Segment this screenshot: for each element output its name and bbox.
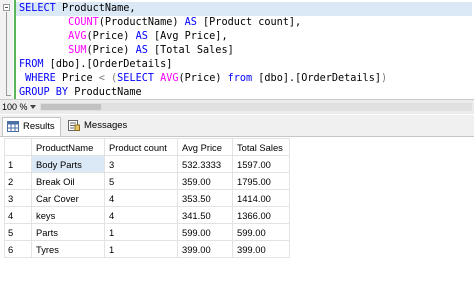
table-row[interactable]: 3 Car Cover 4 353.50 1414.00 [4, 189, 290, 207]
row-number[interactable]: 1 [4, 155, 32, 173]
row-number[interactable]: 2 [4, 172, 32, 190]
keyword: WHERE [19, 73, 56, 84]
function-name: AVG [160, 73, 179, 84]
code-text: (Price) [86, 45, 136, 56]
table-cell[interactable]: 3 [104, 155, 178, 173]
code-text: Price [55, 73, 99, 84]
table-row[interactable]: 2 Break Oil 5 359.00 1795.00 [4, 172, 290, 190]
code-line-1[interactable]: SELECT ProductName, [19, 2, 136, 16]
table-cell[interactable]: 353.50 [177, 189, 233, 207]
code-text: (ProductName) [98, 17, 185, 28]
row-number[interactable]: 3 [4, 189, 32, 207]
column-header[interactable]: Total Sales [232, 138, 290, 156]
results-table: ProductName Product count Avg Price Tota… [4, 138, 290, 258]
keyword: FROM [19, 59, 44, 70]
table-cell[interactable]: 532.3333 [177, 155, 233, 173]
tab-messages[interactable]: Messages [64, 117, 132, 135]
table-cell[interactable]: 599.00 [177, 223, 233, 241]
query-editor[interactable]: SELECT ProductName, COUNT(ProductName) A… [0, 0, 474, 99]
scrollbar-thumb[interactable] [41, 104, 101, 110]
table-cell[interactable]: Break Oil [31, 172, 105, 190]
code-text: (Price) [178, 73, 228, 84]
table-cell[interactable]: 1366.00 [232, 206, 290, 224]
code-text: [Product count], [196, 17, 302, 28]
table-cell[interactable]: 4 [104, 206, 178, 224]
keyword: AS [135, 45, 148, 56]
grid-icon [7, 121, 19, 132]
zoom-select[interactable]: 100 % [2, 101, 28, 113]
row-number[interactable]: 5 [4, 223, 32, 241]
collapse-icon[interactable] [3, 4, 10, 11]
keyword: from [227, 73, 253, 84]
column-header[interactable]: ProductName [31, 138, 105, 156]
table-cell[interactable]: 1597.00 [232, 155, 290, 173]
table-cell[interactable]: Tyres [31, 240, 105, 258]
code-line-2[interactable]: COUNT(ProductName) AS [Product count], [19, 16, 301, 30]
operator: ) [380, 73, 388, 84]
table-cell[interactable]: 1 [104, 240, 178, 258]
chevron-down-icon[interactable] [30, 105, 36, 109]
results-tab-bar: Results Messages [0, 115, 474, 137]
row-number[interactable]: 4 [4, 206, 32, 224]
function-name: AVG [68, 31, 87, 42]
table-row[interactable]: 5 Parts 1 599.00 599.00 [4, 223, 290, 241]
code-text: [dbo].[OrderDetails] [43, 59, 173, 70]
tab-results-label: Results [23, 121, 55, 132]
keyword: SELECT [117, 73, 154, 84]
tab-messages-label: Messages [84, 120, 128, 131]
grid-corner[interactable] [4, 138, 32, 156]
table-cell[interactable]: 1414.00 [232, 189, 290, 207]
table-cell[interactable]: Parts [31, 223, 105, 241]
code-text: [Total Sales] [147, 45, 234, 56]
code-text: [dbo].[OrderDetails] [252, 73, 381, 84]
table-cell[interactable]: Body Parts [31, 155, 105, 173]
table-cell[interactable]: 1 [104, 223, 178, 241]
code-text: (Price) [86, 31, 136, 42]
code-line-5[interactable]: FROM [dbo].[OrderDetails] [19, 58, 172, 72]
code-line-3[interactable]: AVG(Price) AS [Avg Price], [19, 30, 228, 44]
table-row[interactable]: 6 Tyres 1 399.00 399.00 [4, 240, 290, 258]
messages-icon [68, 120, 80, 131]
table-cell[interactable]: 4 [104, 189, 178, 207]
column-header[interactable]: Product count [104, 138, 178, 156]
table-cell[interactable]: 399.00 [232, 240, 290, 258]
table-row[interactable]: 4 keys 4 341.50 1366.00 [4, 206, 290, 224]
horizontal-scrollbar[interactable] [40, 103, 472, 111]
code-text: [Avg Price], [147, 31, 228, 42]
keyword: AS [184, 17, 197, 28]
zoom-bar: 100 % [0, 99, 474, 114]
code-line-4[interactable]: SUM(Price) AS [Total Sales] [19, 44, 234, 58]
table-row[interactable]: 1 Body Parts 3 532.3333 1597.00 [4, 155, 290, 173]
table-cell[interactable]: 359.00 [177, 172, 233, 190]
table-cell[interactable]: 5 [104, 172, 178, 190]
header-row: ProductName Product count Avg Price Tota… [4, 138, 290, 156]
table-cell[interactable]: Car Cover [31, 189, 105, 207]
table-cell[interactable]: 399.00 [177, 240, 233, 258]
function-name: COUNT [68, 17, 99, 28]
table-cell[interactable]: 599.00 [232, 223, 290, 241]
code-text: ProductName, [55, 3, 136, 14]
table-cell[interactable]: 1795.00 [232, 172, 290, 190]
outline-end [6, 95, 11, 96]
code-text: ProductName [68, 87, 142, 98]
function-name: SUM [68, 45, 87, 56]
table-cell[interactable]: keys [31, 206, 105, 224]
table-cell[interactable]: 341.50 [177, 206, 233, 224]
code-line-6[interactable]: WHERE Price < (SELECT AVG(Price) from [d… [19, 72, 387, 86]
editor-gutter [0, 0, 13, 99]
row-number[interactable]: 6 [4, 240, 32, 258]
keyword: GROUP BY [19, 87, 69, 98]
keyword: SELECT [19, 3, 56, 14]
outline-line [6, 12, 7, 96]
tab-results[interactable]: Results [2, 117, 61, 136]
column-header[interactable]: Avg Price [177, 138, 233, 156]
keyword: AS [135, 31, 148, 42]
results-grid: ProductName Product count Avg Price Tota… [0, 137, 474, 296]
code-line-7[interactable]: GROUP BY ProductName [19, 86, 142, 100]
